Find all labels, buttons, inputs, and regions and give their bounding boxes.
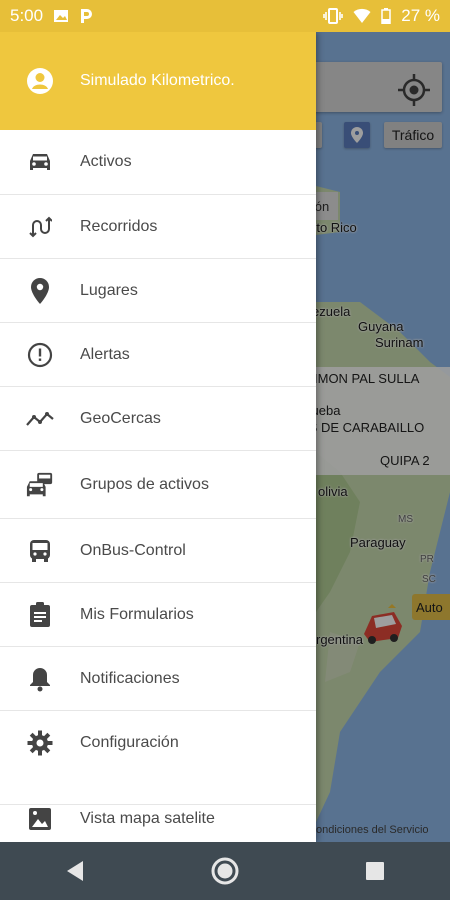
menu-item-recorridos[interactable]: Recorridos: [0, 195, 316, 259]
menu-item-grupos-de-activos[interactable]: Grupos de activos: [0, 451, 316, 519]
menu-item-configuracion[interactable]: Configuración: [0, 711, 316, 775]
location-pin-icon: [26, 277, 54, 305]
menu-item-mis-formularios[interactable]: Mis Formularios: [0, 583, 316, 647]
drawer-header[interactable]: Simulado Kilometrico.: [0, 32, 316, 130]
menu-item-onbus-control[interactable]: OnBus-Control: [0, 519, 316, 583]
battery-percent: 27 %: [401, 6, 440, 25]
route-icon: [26, 213, 54, 241]
vibrate-icon: [323, 8, 344, 24]
menu-item-label: OnBus-Control: [80, 542, 186, 559]
bell-icon: [26, 665, 54, 693]
menu-item-label: Alertas: [80, 346, 130, 363]
system-navigation-bar: [0, 842, 450, 900]
account-name: Simulado Kilometrico.: [80, 72, 235, 89]
menu-item-vista-mapa-satelite[interactable]: Vista mapa satelite: [0, 787, 316, 842]
menu-item-label: Configuración: [80, 734, 179, 751]
menu-item-label: Mis Formularios: [80, 606, 194, 623]
menu-item-label: Activos: [80, 153, 132, 170]
car-icon: [26, 148, 54, 176]
gear-icon: [26, 729, 54, 757]
image-icon: [53, 8, 69, 24]
menu-item-label: Vista mapa satelite: [80, 810, 215, 827]
menu-item-notificaciones[interactable]: Notificaciones: [0, 647, 316, 711]
trend-line-icon: [26, 405, 54, 433]
menu-item-geocercas[interactable]: GeoCercas: [0, 387, 316, 451]
parking-p-icon: [79, 8, 93, 24]
status-time: 5:00: [10, 6, 44, 25]
recents-square-icon[interactable]: [355, 851, 395, 891]
menu-item-label: Recorridos: [80, 218, 158, 235]
alert-circle-icon: [26, 341, 54, 369]
menu-item-label: GeoCercas: [80, 410, 161, 427]
back-triangle-icon[interactable]: [55, 851, 95, 891]
home-circle-icon[interactable]: [205, 851, 245, 891]
vehicle-group-icon: [26, 471, 54, 499]
drawer-scrim[interactable]: [316, 32, 450, 842]
satellite-image-icon: [26, 805, 54, 833]
battery-icon: [381, 8, 391, 24]
menu-item-alertas[interactable]: Alertas: [0, 323, 316, 387]
account-circle-icon: [26, 67, 54, 95]
menu-item-label: Grupos de activos: [80, 476, 209, 493]
menu-item-label: Lugares: [80, 282, 138, 299]
menu-item-lugares[interactable]: Lugares: [0, 259, 316, 323]
wifi-icon: [353, 8, 371, 24]
navigation-drawer: Simulado Kilometrico. Activos Recorridos…: [0, 32, 316, 842]
menu-item-activos[interactable]: Activos: [0, 130, 316, 194]
bus-icon: [26, 537, 54, 565]
menu-item-label: Notificaciones: [80, 670, 180, 687]
status-bar: 5:00 27 %: [0, 0, 450, 32]
clipboard-icon: [26, 601, 54, 629]
